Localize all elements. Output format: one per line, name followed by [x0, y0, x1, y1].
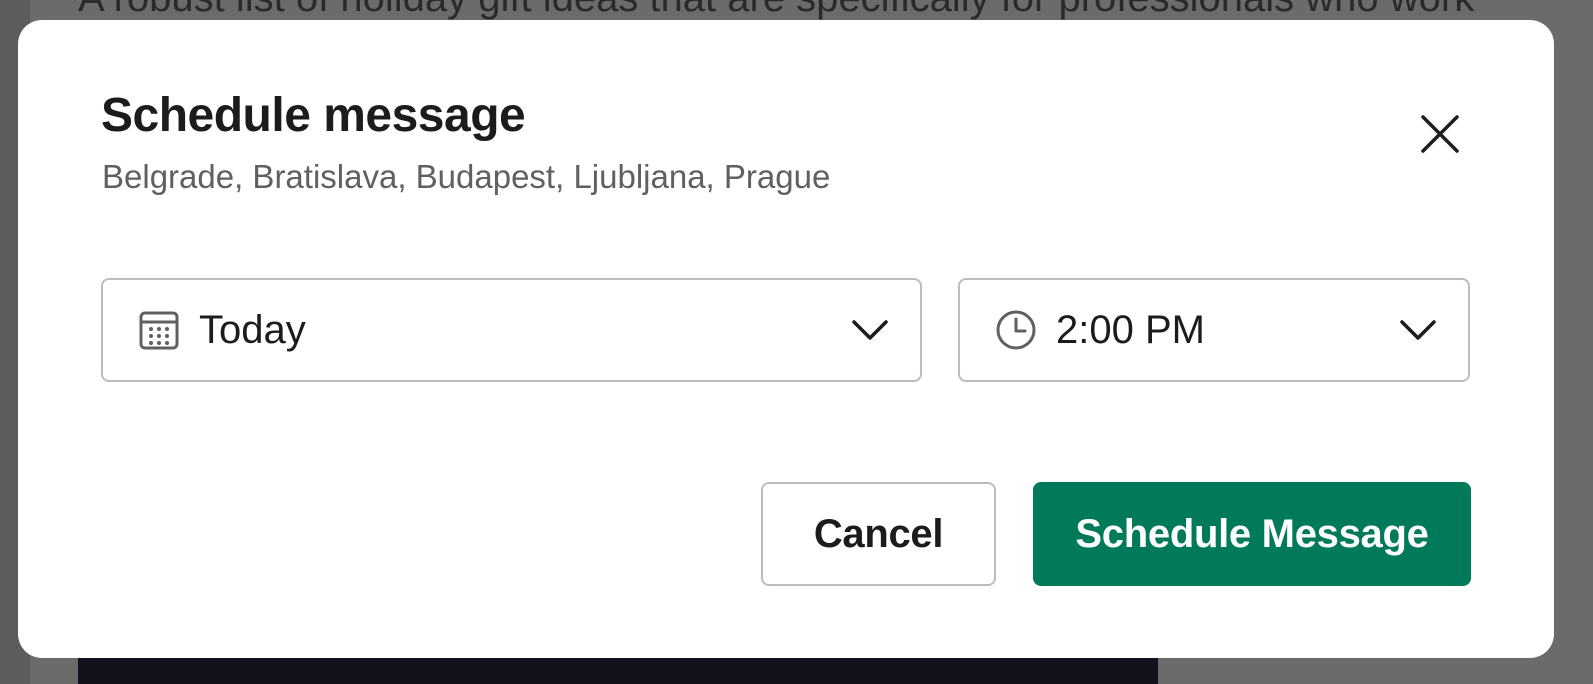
dialog-title: Schedule message — [101, 89, 526, 142]
date-select-value: Today — [199, 307, 306, 352]
time-select[interactable]: 2:00 PM — [958, 278, 1470, 382]
calendar-icon — [137, 308, 181, 352]
close-button[interactable] — [1410, 104, 1470, 164]
date-select[interactable]: Today — [101, 278, 922, 382]
chevron-down-icon — [850, 310, 890, 350]
background-page-text: A robust list of holiday gift ideas that… — [78, 0, 1474, 21]
timezone-subtitle: Belgrade, Bratislava, Budapest, Ljubljan… — [102, 158, 831, 195]
schedule-message-dialog: Schedule message Belgrade, Bratislava, B… — [18, 20, 1554, 658]
time-select-value: 2:00 PM — [1056, 307, 1205, 352]
cancel-button[interactable]: Cancel — [761, 482, 996, 586]
clock-icon — [994, 308, 1038, 352]
close-icon — [1421, 115, 1459, 153]
schedule-message-button[interactable]: Schedule Message — [1033, 482, 1471, 586]
chevron-down-icon — [1398, 310, 1438, 350]
